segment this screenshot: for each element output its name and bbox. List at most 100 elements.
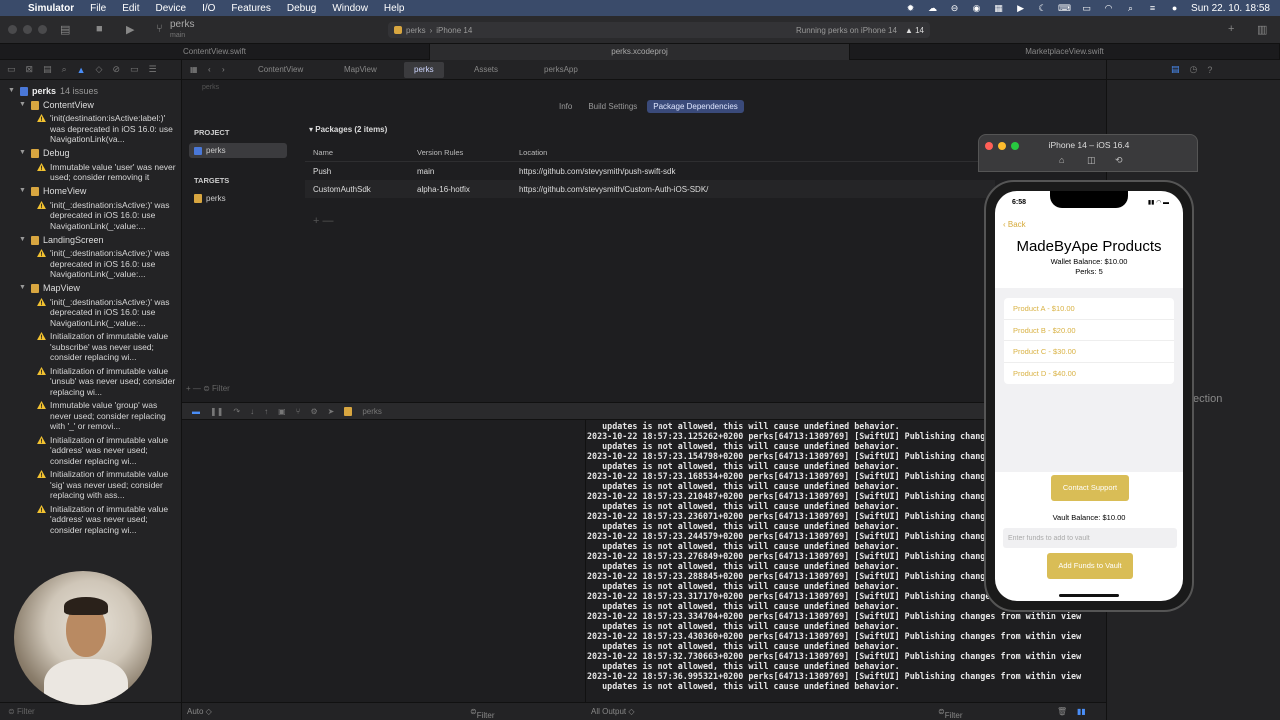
chevron-down-icon[interactable]: ▼ bbox=[8, 86, 16, 97]
step-in-icon[interactable]: ↓ bbox=[250, 407, 254, 416]
menu-device[interactable]: Device bbox=[147, 3, 194, 14]
issue-row[interactable]: Immutable value 'group' was never used; … bbox=[0, 399, 181, 434]
menu-help[interactable]: Help bbox=[376, 3, 413, 14]
jump-tab-perks[interactable]: perks bbox=[404, 62, 444, 78]
minimize-button[interactable] bbox=[23, 25, 32, 34]
contact-support-button[interactable]: Contact Support bbox=[1051, 475, 1129, 501]
table-row[interactable]: Push main https://github.com/stevysmith/… bbox=[305, 162, 995, 180]
issue-row[interactable]: Initialization of immutable value 'subsc… bbox=[0, 330, 181, 365]
vault-amount-input[interactable] bbox=[1003, 528, 1177, 548]
issue-row[interactable]: Initialization of immutable value 'sig' … bbox=[0, 468, 181, 503]
step-out-icon[interactable]: ↑ bbox=[264, 407, 268, 416]
chevron-down-icon[interactable]: ▼ bbox=[19, 235, 27, 246]
view-debugger-icon[interactable]: ▣ bbox=[278, 407, 286, 416]
menu-app-name[interactable]: Simulator bbox=[24, 3, 82, 14]
inspector-toggle-icon[interactable]: ▥ bbox=[1257, 23, 1267, 36]
help-icon[interactable]: ? bbox=[1207, 65, 1212, 75]
add-package-button[interactable]: + — bbox=[313, 215, 333, 227]
issue-row[interactable]: 'init(_:destination:isActive:)' was depr… bbox=[0, 199, 181, 234]
packages-title[interactable]: ▾ Packages (2 items) bbox=[305, 122, 995, 144]
close-button[interactable] bbox=[8, 25, 17, 34]
run-icon[interactable]: ▶ bbox=[126, 23, 134, 36]
issue-row[interactable]: 'init(destination:isActive:label:)' was … bbox=[0, 112, 181, 147]
pause-icon[interactable]: ❚❚ bbox=[210, 407, 223, 416]
memory-graph-icon[interactable]: ⑂ bbox=[296, 407, 301, 416]
menu-clock[interactable]: Sun 22. 10. 18:58 bbox=[1191, 3, 1270, 14]
issue-row[interactable]: Initialization of immutable value 'addre… bbox=[0, 503, 181, 538]
warning-count[interactable]: ▲ 14 bbox=[905, 26, 924, 35]
product-row-b[interactable]: Product B - $20.00 bbox=[1004, 320, 1174, 341]
product-row-d[interactable]: Product D - $40.00 bbox=[1004, 363, 1174, 385]
environment-icon[interactable]: ⚙ bbox=[310, 407, 317, 416]
menu-window[interactable]: Window bbox=[324, 3, 376, 14]
control-center-icon[interactable]: ≡ bbox=[1147, 3, 1158, 13]
eye-icon[interactable]: ◉ bbox=[971, 3, 982, 13]
output-selector[interactable]: All Output ◇ bbox=[591, 707, 635, 716]
project-item[interactable]: perks bbox=[189, 143, 287, 158]
product-row-c[interactable]: Product C - $30.00 bbox=[1004, 341, 1174, 363]
sidebar-toggle-icon[interactable]: ▤ bbox=[60, 23, 70, 36]
nav-back-icon[interactable]: ‹ bbox=[204, 62, 215, 78]
debug-target[interactable]: perks bbox=[362, 407, 382, 416]
run-destination[interactable]: perks › iPhone 14 bbox=[394, 26, 472, 35]
grid-icon[interactable]: ▦ bbox=[993, 3, 1004, 13]
tab-marketplaceview[interactable]: MarketplaceView.swift bbox=[850, 44, 1280, 60]
chevron-down-icon[interactable]: ▼ bbox=[19, 283, 27, 294]
chevron-down-icon[interactable]: ▼ bbox=[19, 100, 27, 111]
issue-file-row[interactable]: ▼ Debug bbox=[0, 147, 181, 161]
project-row[interactable]: ▼ perks 14 issues bbox=[0, 84, 181, 98]
add-funds-button[interactable]: Add Funds to Vault bbox=[1047, 553, 1133, 579]
issue-row[interactable]: Initialization of immutable value 'addre… bbox=[0, 434, 181, 469]
tab-info[interactable]: Info bbox=[553, 100, 578, 113]
target-item[interactable]: perks bbox=[189, 191, 287, 206]
symbols-icon[interactable]: ▤ bbox=[43, 64, 52, 75]
menu-features[interactable]: Features bbox=[223, 3, 278, 14]
file-inspector-icon[interactable]: ▤ bbox=[1171, 64, 1180, 75]
issues-icon[interactable]: ▲ bbox=[77, 65, 86, 75]
tab-build-settings[interactable]: Build Settings bbox=[582, 100, 643, 113]
chevron-down-icon[interactable]: ▼ bbox=[19, 148, 27, 159]
minus-circle-icon[interactable]: ⊖ bbox=[949, 3, 960, 13]
jump-tab-contentview[interactable]: ContentView bbox=[248, 62, 313, 78]
trash-icon[interactable]: 🗑 bbox=[1057, 707, 1067, 716]
breadcrumb[interactable]: perks bbox=[182, 80, 1106, 96]
find-icon[interactable]: ⌕ bbox=[62, 64, 67, 75]
column-name[interactable]: Name bbox=[305, 148, 409, 157]
menu-debug[interactable]: Debug bbox=[279, 3, 324, 14]
moon-icon[interactable]: ☾ bbox=[1037, 3, 1048, 13]
issue-file-row[interactable]: ▼ ContentView bbox=[0, 98, 181, 112]
jump-tab-assets[interactable]: Assets bbox=[464, 62, 508, 78]
issue-file-row[interactable]: ▼ MapView bbox=[0, 282, 181, 296]
grid-icon[interactable]: ▦ bbox=[186, 62, 202, 78]
variables-filter[interactable]: ⊜ Filter bbox=[470, 707, 494, 720]
screenshot-icon[interactable]: ◫ bbox=[1087, 155, 1096, 166]
issue-row[interactable]: Immutable value 'user' was never used; c… bbox=[0, 161, 181, 185]
menu-edit[interactable]: Edit bbox=[114, 3, 147, 14]
play-circle-icon[interactable]: ▶ bbox=[1015, 3, 1026, 13]
location-icon[interactable]: ➤ bbox=[328, 407, 335, 416]
zoom-button[interactable] bbox=[38, 25, 47, 34]
console-filter[interactable]: ⊜ Filter bbox=[938, 707, 962, 720]
menu-file[interactable]: File bbox=[82, 3, 114, 14]
jump-tab-perksapp[interactable]: perksApp bbox=[534, 62, 588, 78]
search-icon[interactable]: ⌕ bbox=[1125, 3, 1136, 13]
folder-icon[interactable]: ▭ bbox=[7, 64, 16, 75]
product-row-a[interactable]: Product A - $10.00 bbox=[1004, 298, 1174, 320]
gear-icon[interactable]: ✹ bbox=[905, 3, 916, 13]
tests-icon[interactable]: ◇ bbox=[96, 64, 103, 75]
siri-icon[interactable]: ● bbox=[1169, 3, 1180, 13]
scheme-info[interactable]: perks main bbox=[170, 19, 194, 41]
tab-xcodeproj[interactable]: perks.xcodeproj bbox=[430, 44, 850, 60]
source-control-icon[interactable]: ⊠ bbox=[26, 64, 34, 75]
issue-file-row[interactable]: ▼ LandingScreen bbox=[0, 233, 181, 247]
rotate-icon[interactable]: ⟲ bbox=[1115, 155, 1123, 166]
targets-filter[interactable]: + — ⊜ Filter bbox=[186, 384, 290, 400]
breakpoints-icon[interactable]: ▭ bbox=[130, 64, 139, 75]
nav-forward-icon[interactable]: › bbox=[218, 62, 229, 78]
history-icon[interactable]: ◷ bbox=[1190, 64, 1198, 75]
issue-row[interactable]: Initialization of immutable value 'unsub… bbox=[0, 365, 181, 400]
back-button[interactable]: ‹ Back bbox=[1003, 220, 1026, 229]
home-icon[interactable]: ⌂ bbox=[1059, 155, 1064, 165]
issue-row[interactable]: 'init(_:destination:isActive:)' was depr… bbox=[0, 247, 181, 282]
column-version-rules[interactable]: Version Rules bbox=[409, 148, 511, 157]
